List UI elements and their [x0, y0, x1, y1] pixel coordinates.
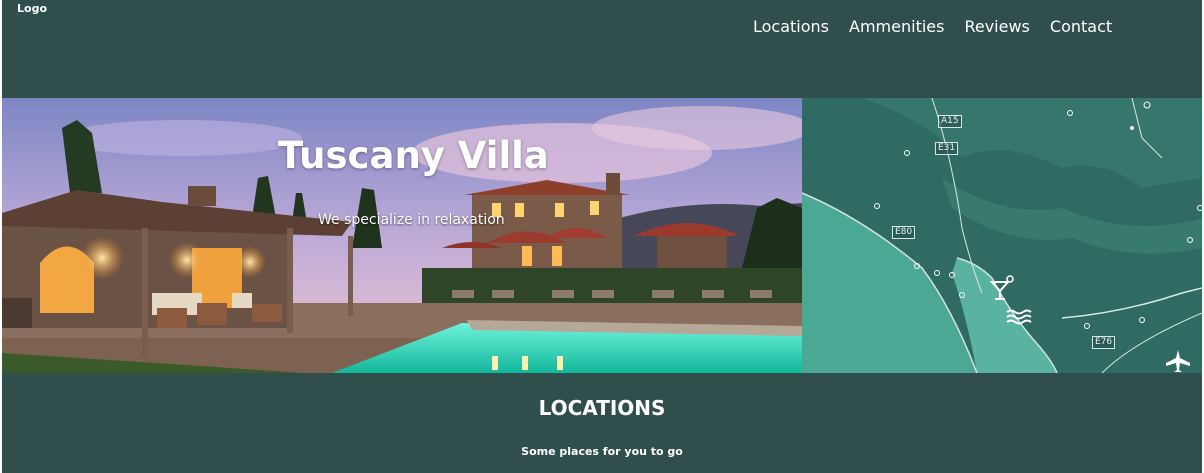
- hero-subtitle: We specialize in relaxation: [318, 212, 505, 228]
- road-label-e31: E31: [935, 142, 959, 155]
- logo[interactable]: Logo: [17, 2, 47, 15]
- nav-link-locations[interactable]: Locations: [753, 17, 829, 37]
- hero-title: Tuscany Villa: [278, 134, 549, 177]
- airplane-icon: [1166, 350, 1190, 372]
- nav-link-ammenities[interactable]: Ammenities: [849, 17, 944, 37]
- nav-link-contact[interactable]: Contact: [1050, 17, 1112, 37]
- road-label-e76: E76: [1092, 336, 1116, 349]
- map-graphic: [802, 98, 1202, 373]
- road-label-a15: A15: [938, 115, 962, 128]
- page: Logo Locations Ammenities Reviews Contac…: [2, 0, 1202, 473]
- nav-link-reviews[interactable]: Reviews: [964, 17, 1029, 37]
- hero-image: Tuscany Villa We specialize in relaxatio…: [2, 98, 802, 373]
- locations-subtitle: Some places for you to go: [521, 445, 683, 458]
- road-label-e80: E80: [892, 226, 916, 239]
- cocktail-icon: [989, 275, 1014, 300]
- waves-icon: [1006, 309, 1032, 325]
- location-map[interactable]: A15 E31 E80 E76: [802, 98, 1202, 373]
- main-nav: Locations Ammenities Reviews Contact: [753, 17, 1112, 37]
- locations-heading: LOCATIONS: [538, 396, 666, 420]
